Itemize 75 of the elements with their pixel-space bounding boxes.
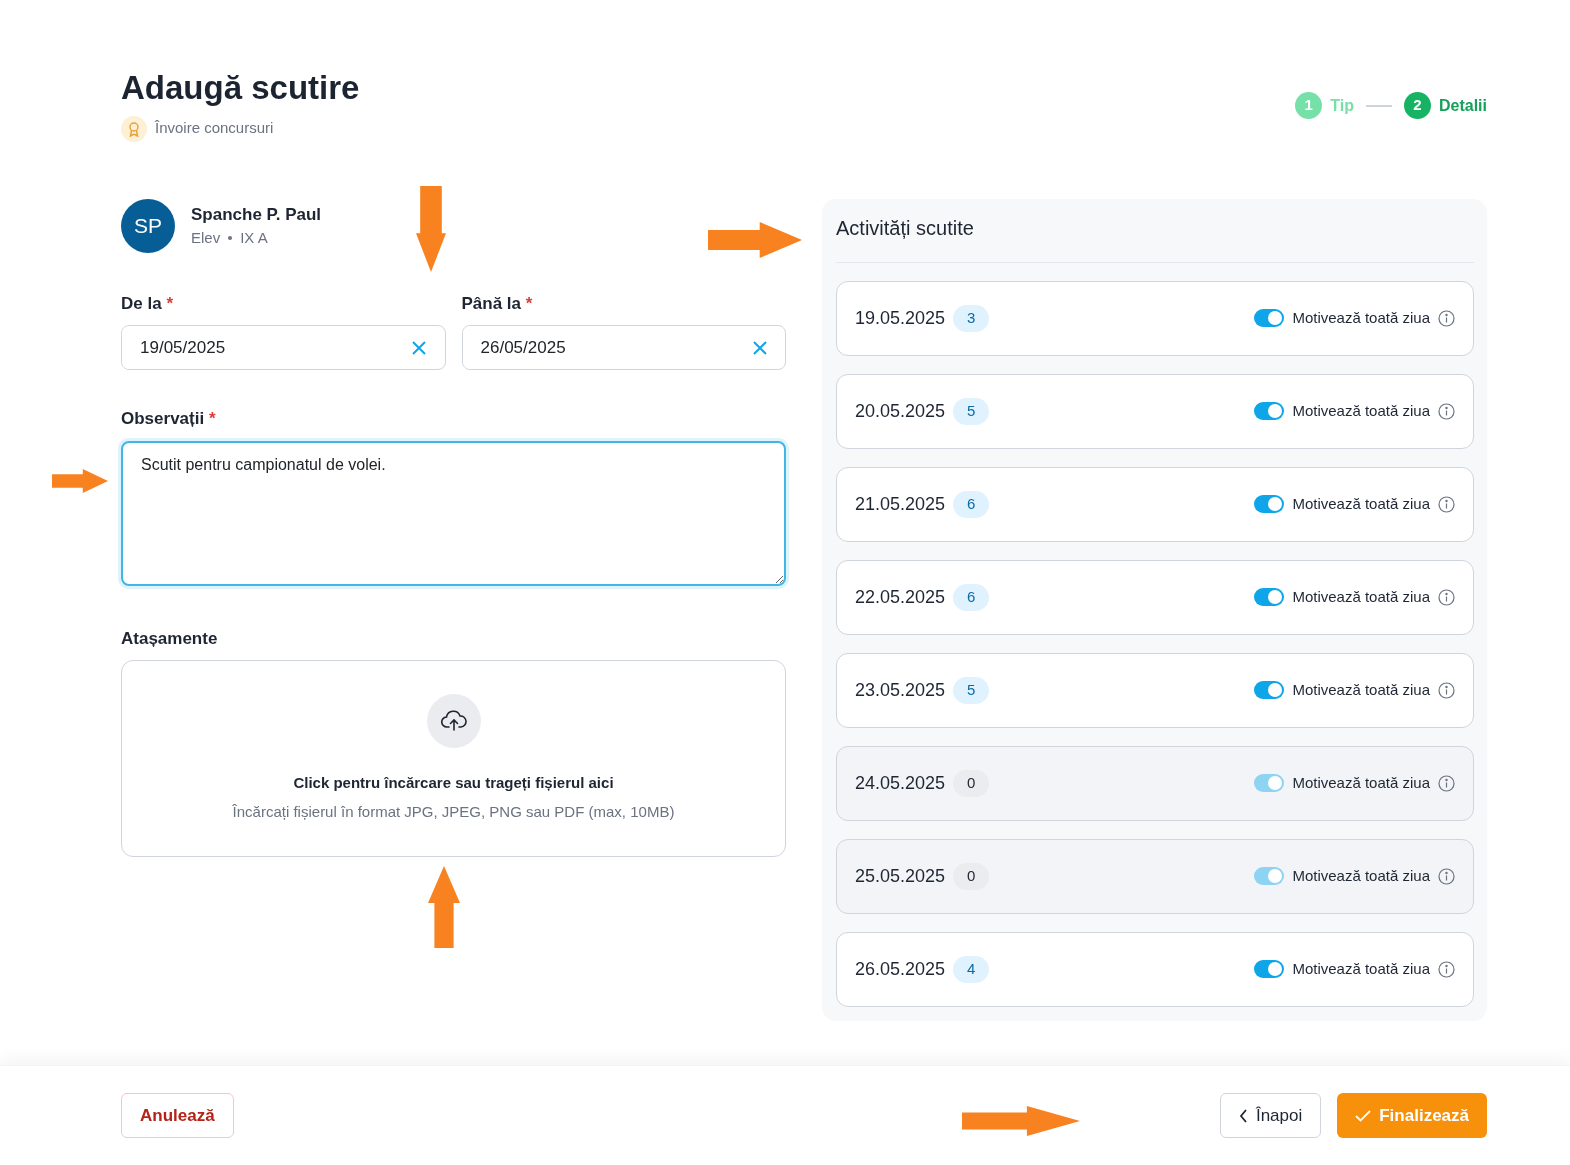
toggle-label: Motivează toată ziua	[1292, 865, 1430, 886]
toggle-label: Motivează toată ziua	[1292, 586, 1430, 607]
notes-field[interactable]: Scutit pentru campionatul de volei.	[121, 440, 786, 586]
toggle-label: Motivează toată ziua	[1292, 400, 1430, 421]
day-date: 19.05.2025	[855, 306, 946, 330]
upload-prompt: Click pentru încărcare sau trageți fișierul aici	[293, 773, 614, 794]
info-icon	[1438, 495, 1455, 513]
annotation-arrow-icon	[416, 186, 446, 272]
close-icon	[751, 339, 768, 356]
subtitle: Învoire concursuri	[155, 118, 274, 139]
count-badge: 4	[953, 955, 990, 983]
step-label: Detalii	[1439, 95, 1487, 116]
required-mark: *	[525, 293, 533, 313]
info-icon	[1438, 774, 1455, 792]
toggle-label: Motivează toată ziua	[1292, 679, 1430, 700]
toggle-switch[interactable]	[1254, 402, 1285, 421]
day-date: 22.05.2025	[855, 585, 946, 609]
step-label: Tip	[1330, 95, 1354, 116]
info-icon	[1438, 588, 1455, 606]
field-label: De la	[121, 293, 162, 313]
date-field[interactable]: 26/05/2025	[461, 325, 786, 371]
day-date: 20.05.2025	[855, 399, 946, 423]
toggle-switch[interactable]	[1254, 495, 1285, 514]
field-label: Atașamente	[121, 627, 219, 650]
bullet-icon	[228, 236, 233, 241]
page-title: Adaugă scutire	[121, 68, 360, 108]
student-name: Spanche P. Paul	[191, 203, 322, 226]
step-number: 2	[1404, 92, 1431, 119]
day-date: 23.05.2025	[855, 678, 946, 702]
toggle-label: Motivează toată ziua	[1292, 493, 1430, 514]
field-label: Până la	[461, 293, 522, 313]
toggle-label: Motivează toată ziua	[1292, 772, 1430, 793]
toggle-label: Motivează toată ziua	[1292, 958, 1430, 979]
toggle-switch[interactable]	[1254, 681, 1285, 700]
annotation-arrow-icon	[428, 866, 460, 948]
annotation-arrow-icon	[708, 222, 802, 258]
day-date: 21.05.2025	[855, 492, 946, 516]
info-icon	[1438, 681, 1455, 699]
info-icon	[1438, 402, 1455, 420]
required-mark: *	[208, 409, 216, 429]
day-date: 24.05.2025	[855, 771, 946, 795]
avatar: SP	[121, 198, 175, 253]
info-icon	[1438, 867, 1455, 885]
count-badge: 5	[953, 397, 990, 425]
info-icon	[1438, 309, 1455, 327]
upload-hint: Încărcați fișierul în format JPG, JPEG, PNG sau PDF (max, 10MB)	[232, 801, 675, 822]
annotation-arrow-icon	[962, 1106, 1080, 1136]
back-button[interactable]: Înapoi	[1219, 1093, 1322, 1138]
upload-dropzone[interactable]: Click pentru încărcare sau trageți fișierul aici Încărcați fișierul în format JPG, JPEG, PNG sau PDF (max, 10MB)	[121, 660, 786, 858]
count-badge: 6	[953, 490, 990, 518]
award-icon	[121, 115, 147, 142]
annotation-arrow-icon	[52, 469, 108, 493]
count-badge: 6	[953, 583, 990, 611]
toggle-label: Motivează toată ziua	[1292, 307, 1430, 328]
toggle-switch[interactable]	[1254, 588, 1285, 607]
info-icon	[1438, 960, 1455, 978]
count-badge: 0	[953, 862, 990, 890]
toggle-switch[interactable]	[1254, 309, 1285, 328]
panel-title: Activități scutite	[836, 212, 1474, 263]
count-badge: 0	[953, 769, 990, 797]
count-badge: 5	[953, 676, 990, 704]
day-date: 26.05.2025	[855, 957, 946, 981]
step-number: 1	[1295, 92, 1323, 119]
chevron-left-icon	[1238, 1108, 1248, 1123]
toggle-switch[interactable]	[1254, 960, 1285, 979]
check-icon	[1355, 1109, 1372, 1122]
count-badge: 3	[953, 304, 990, 332]
required-mark: *	[166, 293, 173, 313]
close-icon	[411, 339, 427, 356]
field-label: Observații	[121, 409, 205, 429]
student-role: Elev	[191, 228, 221, 249]
date-field[interactable]: 19/05/2025	[121, 325, 446, 371]
student-class: IX A	[240, 228, 268, 249]
day-date: 25.05.2025	[855, 864, 946, 888]
cancel-button[interactable]: Anulează	[121, 1093, 234, 1138]
